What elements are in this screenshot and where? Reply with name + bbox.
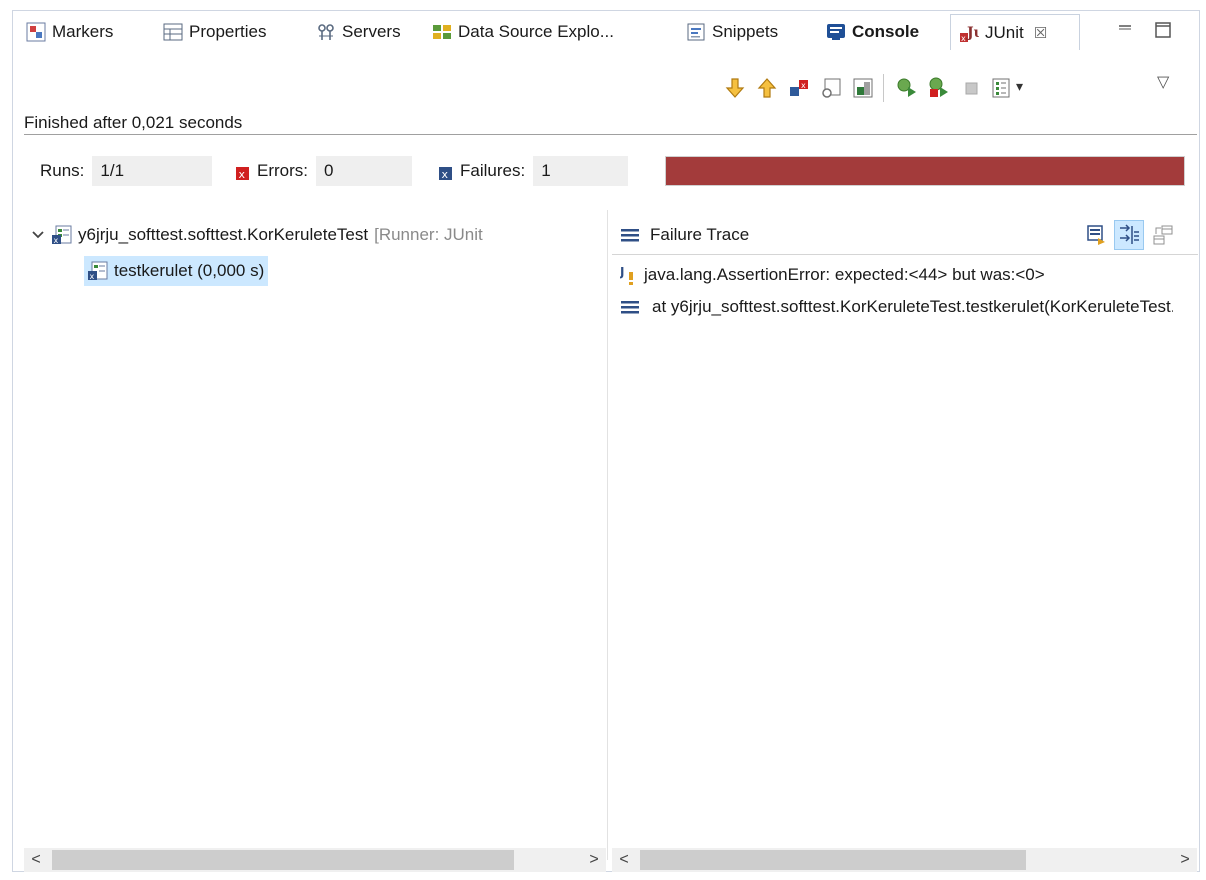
status-message: Finished after 0,021 seconds [24, 113, 243, 132]
servers-icon [316, 22, 336, 42]
snippets-icon [686, 22, 706, 42]
stack-trace-icon [620, 225, 640, 245]
show-failures-only-icon[interactable]: x [788, 77, 810, 99]
svg-text:x: x [239, 168, 246, 180]
errors-label: Errors: [257, 161, 308, 180]
toolbar-separator [883, 74, 884, 102]
tab-label: Properties [189, 22, 267, 41]
properties-icon [163, 22, 183, 42]
failure-trace-title: Failure Trace [650, 225, 750, 244]
copy-trace-icon[interactable] [1152, 224, 1174, 246]
test-suite-name: y6jrju_softtest.softtest.KorKeruleteTest [78, 225, 369, 244]
progress-fill [666, 157, 1184, 185]
junit-view-frame [12, 10, 1200, 872]
view-menu-icon[interactable]: ▽ [1157, 72, 1169, 92]
errors-value: 0 [316, 156, 412, 186]
failures-label: Failures: [460, 161, 526, 180]
tab-label: Servers [342, 22, 401, 41]
pane-splitter[interactable] [607, 210, 608, 860]
failures-counter: x Failures: 1 [439, 156, 629, 186]
svg-text:x: x [54, 236, 59, 245]
test-history-icon[interactable] [990, 77, 1012, 99]
tab-servers[interactable]: Servers [316, 17, 401, 47]
scroll-right-icon[interactable]: > [582, 848, 606, 872]
failure-icon: x [439, 165, 452, 181]
trace-header-divider [612, 254, 1198, 255]
console-icon [826, 22, 846, 42]
tab-label: JUnit [985, 22, 1024, 42]
chevron-down-icon[interactable] [30, 227, 46, 243]
filter-stack-trace-button[interactable] [1114, 220, 1144, 250]
assertion-message: java.lang.AssertionError: expected:<44> … [644, 265, 1045, 284]
history-dropdown-icon[interactable]: ▾ [1016, 78, 1023, 95]
stack-frame-icon [620, 297, 640, 317]
svg-text:Ju: Ju [965, 25, 979, 41]
tree-horizontal-scrollbar[interactable]: < > [24, 848, 606, 872]
runs-label: Runs: [40, 161, 85, 180]
tab-properties[interactable]: Properties [163, 17, 266, 47]
trace-line-assertion[interactable]: J java.lang.AssertionError: expected:<44… [620, 264, 1198, 286]
minimize-icon[interactable] [1115, 20, 1135, 40]
svg-text:x: x [961, 34, 966, 43]
markers-icon [26, 22, 46, 42]
test-suite-runner: [Runner: JUnit [374, 225, 483, 244]
tab-label: Console [852, 22, 920, 41]
compare-result-icon[interactable] [1086, 224, 1108, 246]
test-case-name: testkerulet (0,000 s) [114, 261, 265, 280]
test-suite-row[interactable]: x y6jrju_softtest.softtest.KorKeruleteTe… [30, 225, 606, 245]
close-tab-icon[interactable]: ☒ [1034, 24, 1047, 42]
trace-horizontal-scrollbar[interactable]: < > [612, 848, 1197, 872]
test-suite-failed-icon: x [52, 225, 72, 245]
previous-failure-icon[interactable] [756, 77, 778, 99]
scroll-lock-icon[interactable] [820, 77, 842, 99]
stack-frame-text: at y6jrju_softtest.softtest.KorKeruleteT… [652, 297, 1173, 316]
tab-data-source-explorer[interactable]: Data Source Explo... [432, 17, 614, 47]
stop-icon[interactable] [960, 77, 982, 99]
tab-snippets[interactable]: Snippets [686, 17, 778, 47]
test-case-row[interactable]: x testkerulet (0,000 s) [84, 256, 269, 286]
svg-text:x: x [90, 272, 95, 281]
tab-console[interactable]: Console [826, 17, 919, 47]
tab-label: Snippets [712, 22, 779, 41]
test-run-session-icon[interactable] [852, 77, 874, 99]
test-case-failed-icon: x [88, 261, 108, 281]
svg-text:x: x [801, 81, 806, 90]
errors-counter: x Errors: 0 [236, 156, 412, 186]
runs-value: 1/1 [92, 156, 213, 186]
test-progress-bar [665, 156, 1185, 186]
maximize-icon[interactable] [1153, 20, 1173, 40]
scroll-left-icon[interactable]: < [24, 848, 48, 872]
trace-scroll-thumb[interactable] [640, 850, 1026, 870]
tab-markers[interactable]: Markers [26, 17, 113, 47]
rerun-failed-first-icon[interactable] [928, 77, 950, 99]
trace-line-stack-frame[interactable]: at y6jrju_softtest.softtest.KorKeruleteT… [620, 297, 1173, 317]
tree-scroll-thumb[interactable] [52, 850, 514, 870]
runs-counter: Runs: 1/1 [40, 156, 213, 186]
java-exception-icon: J [620, 264, 638, 286]
rerun-test-icon[interactable] [896, 77, 918, 99]
failures-value: 1 [533, 156, 629, 186]
junit-icon: x Ju [959, 23, 984, 43]
svg-text:x: x [442, 168, 449, 180]
tab-junit[interactable]: x Ju JUnit ☒ [950, 14, 1080, 50]
error-icon: x [236, 165, 249, 181]
scroll-right-icon[interactable]: > [1173, 848, 1197, 872]
filter-stack-icon [1118, 224, 1140, 251]
data-source-icon [432, 22, 452, 42]
next-failure-icon[interactable] [724, 77, 746, 99]
tab-label: Data Source Explo... [458, 22, 614, 41]
status-divider [24, 134, 1197, 135]
tab-label: Markers [52, 22, 114, 41]
scroll-left-icon[interactable]: < [612, 848, 636, 872]
svg-text:J: J [620, 265, 624, 279]
